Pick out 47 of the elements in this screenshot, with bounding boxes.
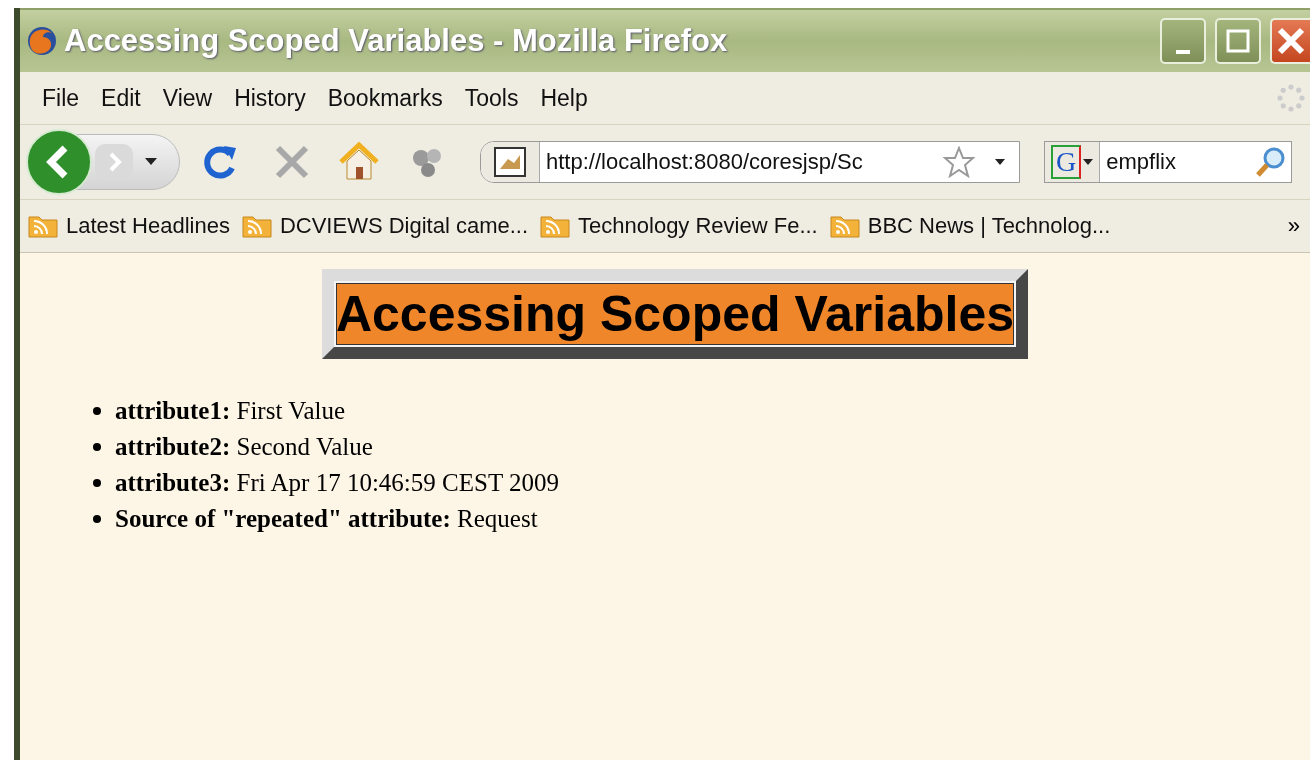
rss-feed-icon <box>28 214 58 238</box>
loading-throbber-icon <box>1276 83 1306 113</box>
bookmark-link[interactable]: DCVIEWS Digital came... <box>279 213 529 239</box>
bullet-icon <box>93 443 101 451</box>
rss-feed-icon <box>829 214 860 238</box>
dropdown-caret-icon[interactable] <box>145 158 157 166</box>
home-icon[interactable] <box>338 142 380 182</box>
site-favicon-icon <box>494 147 526 177</box>
menu-item[interactable]: View <box>156 84 229 112</box>
minimize-icon <box>1176 50 1190 54</box>
list-item: attribute1: First Value <box>115 397 346 425</box>
dropdown-caret-icon[interactable] <box>995 159 1005 165</box>
menu-item[interactable]: Bookmarks <box>321 84 459 112</box>
dropdown-caret-icon[interactable] <box>1083 159 1094 165</box>
list-item: Source of "repeated" attribute: Request <box>115 505 538 533</box>
rss-feed-icon <box>540 214 571 238</box>
url-text: http://localhost:8080/coresjsp/Sc <box>545 149 864 175</box>
maximize-button[interactable] <box>1215 18 1261 64</box>
menu-item[interactable]: File <box>36 84 96 112</box>
search-engine-logo[interactable]: G <box>1051 145 1082 179</box>
bullet-icon <box>93 407 101 415</box>
bookmark-link[interactable]: Latest Headlines <box>66 213 230 239</box>
bookmark-link[interactable]: Technology Review Fe... <box>578 213 818 239</box>
menu-item[interactable]: Tools <box>458 84 535 112</box>
list-item: attribute2: Second Value <box>115 433 373 461</box>
menu-item[interactable]: History <box>228 84 322 112</box>
back-button[interactable] <box>25 128 93 196</box>
minimize-button[interactable] <box>1160 18 1206 64</box>
menu-item[interactable]: Help <box>534 84 604 112</box>
bullet-icon <box>93 515 101 523</box>
close-button[interactable] <box>1270 18 1310 64</box>
menu-item[interactable]: Edit <box>95 84 157 112</box>
search-text: empflix <box>1105 149 1177 175</box>
list-item: attribute3: Fri Apr 17 10:46:59 CEST 2009 <box>115 469 559 497</box>
bookmark-star-icon[interactable] <box>943 146 975 178</box>
search-field[interactable]: G empflix <box>1044 141 1292 183</box>
close-icon <box>1276 26 1306 56</box>
bookmark-link[interactable]: BBC News | Technolog... <box>867 213 1111 239</box>
address-field[interactable]: http://localhost:8080/coresjsp/Sc <box>480 141 1020 183</box>
window-title: Accessing Scoped Variables - Mozilla Firefox <box>64 23 729 59</box>
bullet-icon <box>93 479 101 487</box>
rss-feed-icon <box>241 214 272 238</box>
firefox-logo-icon <box>26 25 58 57</box>
maximize-icon <box>1226 29 1250 53</box>
search-icon[interactable] <box>1255 146 1287 178</box>
bookmarks-overflow-chevron[interactable]: » <box>1287 213 1300 239</box>
page-heading: Accessing Scoped Variables <box>321 269 1029 359</box>
